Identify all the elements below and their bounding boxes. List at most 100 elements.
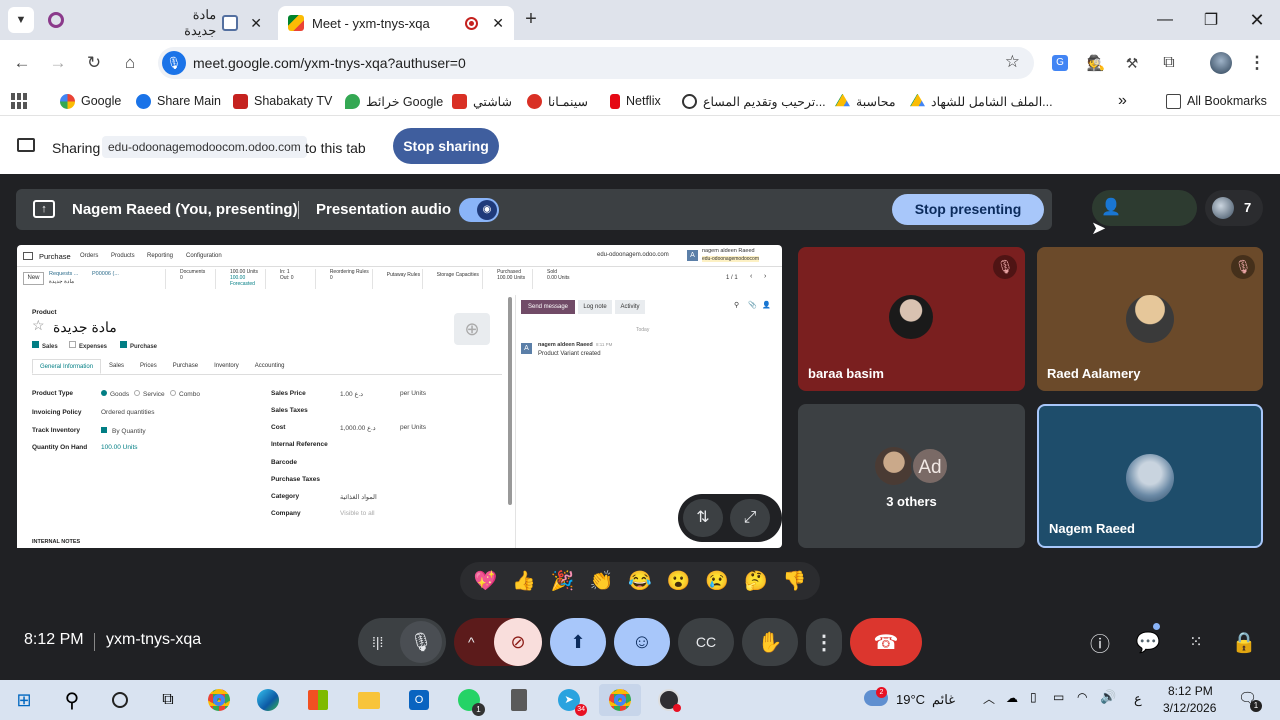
outlook-taskbar-icon[interactable]: O bbox=[401, 684, 437, 716]
tab-search-button[interactable]: ▼ bbox=[8, 7, 34, 33]
clock-time[interactable]: 8:12 PM bbox=[1168, 684, 1213, 698]
apps-grid-icon[interactable] bbox=[11, 93, 27, 109]
close-tab-icon[interactable]: ✕ bbox=[492, 15, 504, 32]
stat-putaway[interactable]: Putaway Rules bbox=[371, 269, 422, 289]
file-explorer-taskbar-icon[interactable] bbox=[351, 684, 387, 716]
tray-overflow-icon[interactable]: ︿ bbox=[983, 690, 995, 707]
activities-icon[interactable]: ⁙ bbox=[1180, 626, 1212, 658]
reaction-thumbs-down[interactable]: 👎 bbox=[783, 569, 807, 593]
whatsapp-taskbar-icon[interactable]: 1 bbox=[451, 684, 487, 716]
more-bookmarks-button[interactable]: » bbox=[1118, 91, 1127, 111]
field-invoicing-value[interactable]: Ordered quantities bbox=[101, 409, 154, 416]
product-image-placeholder[interactable]: ⊕ bbox=[454, 313, 490, 345]
all-bookmarks-button[interactable]: All Bookmarks bbox=[1166, 91, 1267, 111]
product-name[interactable]: مادة جديدة bbox=[53, 319, 117, 336]
tray-onedrive-icon[interactable]: ☁ bbox=[1006, 691, 1018, 705]
profile-avatar[interactable] bbox=[1210, 52, 1232, 74]
new-tab-button[interactable]: + bbox=[520, 8, 542, 30]
host-controls-icon[interactable]: 🔒 bbox=[1228, 626, 1260, 658]
form-tab-accounting[interactable]: Accounting bbox=[247, 359, 293, 374]
apps-grid-icon[interactable] bbox=[23, 252, 33, 260]
tray-network-icon[interactable]: ◠ bbox=[1077, 690, 1087, 704]
present-screen-button[interactable]: ⬆ bbox=[550, 618, 606, 666]
field-category-value[interactable]: المواد الغذائية bbox=[340, 493, 377, 501]
tray-volume-icon[interactable]: 🔊 bbox=[1100, 689, 1116, 705]
cortana-icon[interactable] bbox=[102, 684, 138, 716]
stat-sold[interactable]: Sold 0.00 Units bbox=[532, 269, 575, 289]
close-window-button[interactable]: ✕ bbox=[1234, 6, 1280, 34]
swap-view-button[interactable]: ⇅ bbox=[683, 499, 723, 537]
mic-site-icon[interactable]: 🎙 bbox=[162, 51, 186, 75]
menu-configuration[interactable]: Configuration bbox=[186, 253, 222, 259]
extensions-puzzle-icon[interactable]: ⧉ bbox=[1155, 49, 1183, 77]
camera-off-button[interactable]: ⊘ bbox=[494, 618, 542, 666]
add-people-button[interactable]: 👤 bbox=[1092, 190, 1197, 226]
chat-icon[interactable]: 💬 bbox=[1132, 626, 1164, 658]
task-view-icon[interactable]: ⧉ bbox=[150, 684, 186, 716]
pager-next-icon[interactable]: › bbox=[764, 273, 766, 280]
close-tab-icon[interactable]: ✕ bbox=[250, 15, 262, 32]
form-tab-inventory[interactable]: Inventory bbox=[206, 359, 247, 374]
chatter-search-icon[interactable]: ⚲ bbox=[734, 301, 739, 309]
reaction-clap[interactable]: 👏 bbox=[589, 569, 613, 593]
chrome-taskbar-icon[interactable] bbox=[201, 684, 237, 716]
bookmark-welcome[interactable]: ترحيب وتقديم المساع... bbox=[682, 91, 826, 111]
telegram-taskbar-icon[interactable]: ➤ 34 bbox=[551, 684, 587, 716]
form-tab-sales[interactable]: Sales bbox=[101, 359, 132, 374]
tab-odoo-product[interactable]: مادة جديدة ✕ bbox=[150, 6, 272, 40]
menu-orders[interactable]: Orders bbox=[80, 253, 98, 259]
odoo-breadcrumb-code[interactable]: P00006 (... bbox=[92, 271, 119, 277]
weather-temp[interactable]: 19°C bbox=[896, 692, 925, 707]
edge-taskbar-icon[interactable] bbox=[250, 684, 286, 716]
odoo-app-name[interactable]: Purchase bbox=[39, 252, 71, 261]
bookmark-netflix[interactable]: Netflix bbox=[610, 91, 661, 111]
raise-hand-button[interactable]: ✋ bbox=[742, 618, 798, 666]
bookmark-google[interactable]: Google bbox=[60, 91, 121, 111]
bookmark-cinemana[interactable]: سينمـانا bbox=[527, 91, 588, 111]
tray-battery-icon[interactable]: ▭ bbox=[1053, 690, 1064, 704]
check-expenses[interactable]: Expenses bbox=[69, 341, 107, 350]
bookmark-shashti[interactable]: شاشتي bbox=[452, 91, 512, 111]
minimize-button[interactable]: — bbox=[1142, 6, 1188, 34]
stop-presenting-button[interactable]: Stop presenting bbox=[892, 194, 1044, 225]
field-cost-value[interactable]: 1,000.00 د.ع bbox=[340, 424, 376, 432]
odoo-new-button[interactable]: New bbox=[23, 272, 44, 285]
stat-purchased[interactable]: Purchased 100.00 Units bbox=[482, 269, 532, 289]
more-options-button[interactable]: ⋮ bbox=[806, 618, 842, 666]
reaction-heart[interactable]: 💖 bbox=[473, 569, 497, 593]
check-purchase[interactable]: Purchase bbox=[120, 341, 157, 350]
address-bar[interactable]: 🎙 meet.google.com/yxm-tnys-xqa?authuser=… bbox=[158, 47, 1034, 79]
maximize-button[interactable]: ❐ bbox=[1188, 6, 1234, 34]
translate-icon[interactable]: G bbox=[1046, 49, 1074, 77]
log-note-button[interactable]: Log note bbox=[578, 300, 612, 314]
reload-icon[interactable]: ↻ bbox=[80, 49, 108, 77]
field-sales-price-value[interactable]: 1.00 د.ع bbox=[340, 390, 363, 398]
chrome-menu-icon[interactable]: ⋮ bbox=[1243, 49, 1271, 77]
tab-group-icon[interactable] bbox=[48, 12, 64, 28]
field-track-inventory-value[interactable]: By Quantity bbox=[101, 427, 146, 435]
bookmark-maps[interactable]: خرائط Google bbox=[345, 91, 443, 111]
form-scrollbar[interactable] bbox=[508, 297, 512, 505]
menu-reporting[interactable]: Reporting bbox=[147, 253, 173, 259]
radio-goods[interactable]: Goods bbox=[101, 390, 129, 398]
reactions-button[interactable]: ☺ bbox=[614, 618, 670, 666]
reaction-party[interactable]: 🎉 bbox=[551, 569, 575, 593]
form-tab-purchase[interactable]: Purchase bbox=[165, 359, 206, 374]
chrome-active-taskbar-icon[interactable] bbox=[599, 684, 641, 716]
reaction-thinking[interactable]: 🤔 bbox=[744, 569, 768, 593]
favorite-star-icon[interactable]: ☆ bbox=[32, 317, 45, 334]
stat-in-out[interactable]: In: 1 Out: 0 bbox=[264, 269, 315, 289]
check-sales[interactable]: Sales bbox=[32, 341, 58, 350]
tab-meet[interactable]: Meet - yxm-tnys-xqa ✕ bbox=[278, 6, 514, 40]
field-company-value[interactable]: Visible to all bbox=[340, 510, 375, 517]
home-icon[interactable]: ⌂ bbox=[116, 49, 144, 77]
participant-tile-raed[interactable]: 🎙 Raed Aalamery bbox=[1037, 247, 1263, 391]
field-qty-on-hand-value[interactable]: 100.00 Units bbox=[101, 444, 138, 451]
camera-options-chevron-icon[interactable]: ^ bbox=[468, 634, 475, 650]
weather-text[interactable]: غائم bbox=[932, 692, 955, 708]
reaction-surprised[interactable]: 😮 bbox=[667, 569, 691, 593]
tray-usb-icon[interactable]: ▯ bbox=[1030, 690, 1037, 704]
presentation-audio-toggle[interactable]: ◉ bbox=[459, 198, 499, 222]
bookmark-star-icon[interactable]: ☆ bbox=[1005, 52, 1020, 72]
pager-prev-icon[interactable]: ‹ bbox=[750, 273, 752, 280]
